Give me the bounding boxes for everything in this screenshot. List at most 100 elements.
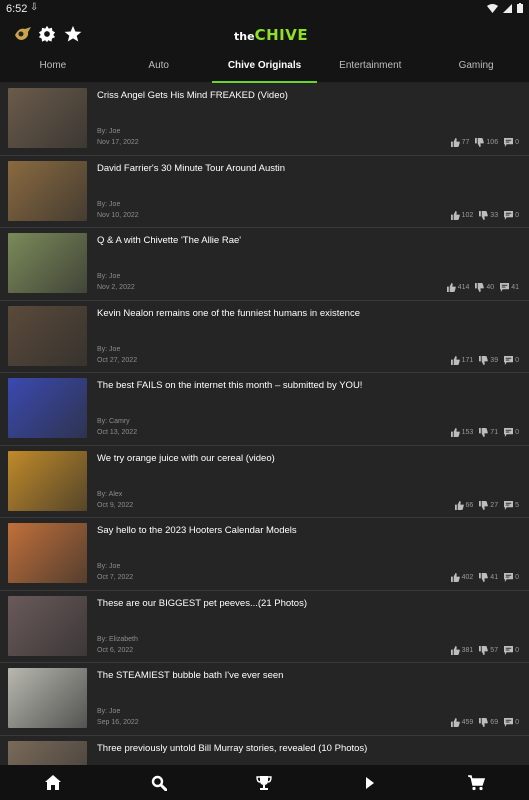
article-thumbnail[interactable] — [8, 740, 87, 765]
article-title[interactable]: These are our BIGGEST pet peeves...(21 P… — [97, 598, 517, 609]
nav-search[interactable] — [106, 765, 212, 800]
star-icon[interactable] — [62, 23, 84, 45]
search-icon — [151, 775, 167, 791]
article-row[interactable]: These are our BIGGEST pet peeves...(21 P… — [0, 590, 529, 663]
nav-trophy[interactable] — [212, 765, 318, 800]
tab-gaming[interactable]: Gaming — [423, 52, 529, 82]
comments-button[interactable]: 0 — [504, 428, 519, 437]
article-list[interactable]: Criss Angel Gets His Mind FREAKED (Video… — [0, 83, 529, 765]
comment-icon — [500, 283, 510, 292]
dislike-button[interactable]: 106 — [475, 138, 498, 147]
dislike-button[interactable]: 57 — [479, 645, 498, 655]
home-icon — [44, 775, 61, 790]
dislike-button[interactable]: 39 — [479, 355, 498, 365]
like-button[interactable]: 77 — [450, 138, 470, 147]
article-author: By: Joe — [97, 708, 121, 715]
like-button[interactable]: 402 — [450, 573, 473, 582]
article-thumbnail[interactable] — [8, 233, 87, 293]
article-title[interactable]: We try orange juice with our cereal (vid… — [97, 453, 517, 464]
article-row[interactable]: Kevin Nealon remains one of the funniest… — [0, 300, 529, 373]
article-row[interactable]: Three previously untold Bill Murray stor… — [0, 735, 529, 765]
comments-button[interactable]: 0 — [504, 210, 519, 220]
comments-button[interactable]: 0 — [504, 573, 519, 582]
thumbs-up-icon — [450, 428, 460, 437]
dislike-button[interactable]: 69 — [479, 718, 498, 727]
status-time: 6:52 — [6, 3, 28, 15]
like-button[interactable]: 153 — [450, 428, 473, 437]
tab-entertainment[interactable]: Entertainment — [317, 52, 423, 82]
article-title[interactable]: The best FAILS on the internet this mont… — [97, 380, 517, 391]
article-thumbnail[interactable] — [8, 88, 87, 148]
article-row[interactable]: Q & A with Chivette 'The Allie Rae' By: J… — [0, 228, 529, 301]
nav-shop[interactable] — [423, 765, 529, 800]
like-button[interactable]: 102 — [450, 210, 473, 220]
dislike-button[interactable]: 40 — [475, 283, 494, 292]
article-thumbnail[interactable] — [8, 523, 87, 583]
article-title[interactable]: Three previously untold Bill Murray stor… — [97, 743, 517, 754]
article-row[interactable]: The best FAILS on the internet this mont… — [0, 373, 529, 446]
like-count: 66 — [465, 501, 474, 509]
article-thumbnail[interactable] — [8, 160, 87, 221]
comment-count: 5 — [515, 501, 519, 509]
comment-icon — [504, 210, 514, 220]
article-stats: 171 39 0 — [450, 355, 519, 365]
tab-chive-originals[interactable]: Chive Originals — [211, 52, 318, 83]
article-title[interactable]: Criss Angel Gets His Mind FREAKED (Video… — [97, 90, 517, 101]
dislike-button[interactable]: 71 — [479, 428, 498, 437]
article-stats: 66 27 5 — [454, 500, 519, 510]
article-row[interactable]: Criss Angel Gets His Mind FREAKED (Video… — [0, 83, 529, 156]
article-title[interactable]: The STEAMIEST bubble bath I've ever seen — [97, 670, 517, 681]
dislike-count: 106 — [486, 139, 499, 146]
like-count: 77 — [461, 139, 470, 146]
dislike-button[interactable]: 27 — [479, 500, 498, 510]
status-icons — [487, 3, 523, 13]
comments-button[interactable]: 0 — [504, 645, 519, 655]
like-button[interactable]: 66 — [454, 500, 474, 510]
status-bar: 6:52 ⇩ — [0, 0, 529, 18]
article-thumbnail[interactable] — [8, 305, 87, 366]
article-row[interactable]: We try orange juice with our cereal (vid… — [0, 445, 529, 518]
thumbs-down-icon — [479, 573, 489, 582]
comments-button[interactable]: 41 — [500, 283, 519, 292]
like-button[interactable]: 171 — [450, 355, 474, 365]
thumbs-up-icon — [450, 355, 460, 365]
comment-count: 0 — [515, 719, 519, 726]
comments-button[interactable]: 0 — [504, 355, 519, 365]
article-author: By: Camry — [97, 418, 130, 425]
article-row[interactable]: David Farrier's 30 Minute Tour Around Au… — [0, 155, 529, 228]
article-row[interactable]: The STEAMIEST bubble bath I've ever seen… — [0, 663, 529, 736]
article-title[interactable]: David Farrier's 30 Minute Tour Around Au… — [97, 163, 517, 174]
like-button[interactable]: 459 — [450, 718, 473, 727]
dislike-count: 40 — [486, 284, 495, 291]
like-button[interactable]: 381 — [450, 645, 473, 655]
article-date: Oct 9, 2022 — [97, 501, 134, 509]
dislike-button[interactable]: 41 — [479, 573, 498, 582]
like-button[interactable]: 414 — [446, 283, 469, 292]
article-title[interactable]: Q & A with Chivette 'The Allie Rae' — [97, 235, 517, 246]
nav-home[interactable] — [0, 765, 106, 800]
article-stats: 414 40 41 — [446, 283, 519, 292]
comments-button[interactable]: 5 — [504, 500, 519, 510]
article-thumbnail[interactable] — [8, 668, 87, 728]
dislike-button[interactable]: 33 — [479, 210, 498, 220]
article-author: By: Elizabeth — [97, 635, 138, 643]
article-author: By: Alex — [97, 490, 123, 498]
gear-icon[interactable] — [36, 23, 58, 45]
comment-count: 0 — [515, 356, 519, 364]
tab-auto[interactable]: Auto — [106, 52, 212, 82]
article-thumbnail[interactable] — [8, 595, 87, 656]
nav-play[interactable] — [317, 765, 423, 800]
article-row[interactable]: Say hello to the 2023 Hooters Calendar M… — [0, 518, 529, 591]
article-thumbnail[interactable] — [8, 450, 87, 511]
comments-button[interactable]: 0 — [504, 718, 519, 727]
tab-home[interactable]: Home — [0, 52, 106, 82]
article-date: Oct 7, 2022 — [97, 574, 134, 581]
article-title[interactable]: Say hello to the 2023 Hooters Calendar M… — [97, 525, 517, 536]
comments-button[interactable]: 0 — [504, 138, 519, 147]
trophy-icon — [256, 775, 273, 790]
like-count: 171 — [461, 356, 474, 364]
article-thumbnail[interactable] — [8, 378, 87, 438]
profile-badge-icon[interactable] — [12, 23, 34, 45]
article-date: Oct 13, 2022 — [97, 429, 138, 436]
article-title[interactable]: Kevin Nealon remains one of the funniest… — [97, 308, 517, 319]
